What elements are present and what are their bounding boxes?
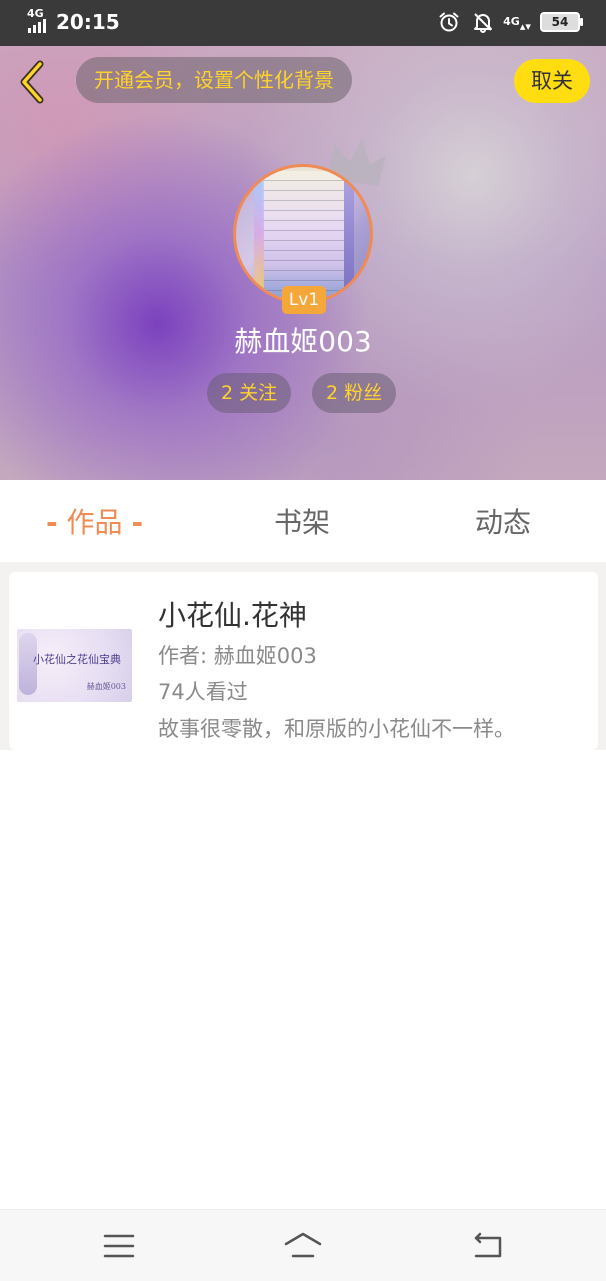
status-left: 4G 20:15: [26, 7, 120, 34]
level-badge: Lv1: [282, 286, 326, 314]
system-nav-bar: [0, 1209, 606, 1281]
menu-icon: [103, 1234, 135, 1258]
home-icon: [284, 1232, 322, 1258]
status-bar: 4G 20:15 4G ▴▾ 54: [0, 0, 606, 46]
notifications-muted-icon: [472, 11, 494, 33]
profile-header: 开通会员，设置个性化背景 取关 Lv1 赫血姬003 2 关注 2 粉丝: [0, 46, 606, 480]
chevron-left-icon: [20, 60, 44, 104]
tab-works[interactable]: - 作品 -: [46, 480, 143, 562]
followers-label: 粉丝: [344, 382, 383, 404]
following-count[interactable]: 2 关注: [207, 373, 292, 413]
book-cover: 小花仙之花仙宝典 赫血姬003: [17, 629, 132, 702]
menu-button[interactable]: [99, 1228, 139, 1264]
book-author: 作者: 赫血姬003: [158, 644, 317, 668]
back-nav-button[interactable]: [468, 1228, 508, 1264]
avatar-image: [233, 164, 373, 304]
tab-active-indicator-left: -: [46, 506, 58, 539]
book-description: 故事很零散，和原版的小花仙不一样。: [158, 717, 515, 741]
unfollow-button[interactable]: 取关: [514, 59, 590, 103]
data-network-type: 4G: [503, 15, 520, 28]
back-icon: [474, 1232, 502, 1258]
clock: 20:15: [56, 10, 120, 34]
tab-works-label: 作品: [66, 506, 123, 539]
work-card[interactable]: 小花仙之花仙宝典 赫血姬003 小花仙.花神 作者: 赫血姬003 74人看过 …: [9, 572, 598, 750]
back-button[interactable]: [14, 58, 54, 106]
following-label: 关注: [239, 382, 278, 404]
signal-icon: 4G: [26, 7, 50, 34]
status-right: 4G ▴▾ 54: [438, 11, 583, 33]
tab-activity-label: 动态: [475, 506, 532, 539]
book-title: 小花仙.花神: [158, 599, 307, 632]
book-views: 74人看过: [158, 680, 248, 704]
home-button[interactable]: [283, 1228, 323, 1264]
tab-activity[interactable]: 动态: [475, 480, 531, 562]
battery-icon: 54: [540, 12, 583, 32]
avatar[interactable]: [233, 164, 373, 304]
followers-count[interactable]: 2 粉丝: [312, 373, 397, 413]
cover-title: 小花仙之花仙宝典: [33, 653, 121, 666]
vip-banner[interactable]: 开通会员，设置个性化背景: [76, 57, 352, 103]
alarm-icon: [438, 11, 460, 33]
username: 赫血姬003: [234, 325, 372, 358]
tab-bookshelf-label: 书架: [274, 506, 331, 539]
4g-data-icon: 4G ▴▾: [503, 15, 531, 33]
tab-bookshelf[interactable]: 书架: [274, 480, 330, 562]
followers-number: 2: [326, 382, 339, 404]
tab-active-indicator-right: -: [131, 506, 144, 539]
following-number: 2: [221, 382, 234, 404]
profile-tabs: - 作品 - 书架 动态: [0, 480, 606, 562]
cover-signature: 赫血姬003: [86, 682, 126, 691]
battery-level: 54: [551, 15, 569, 29]
